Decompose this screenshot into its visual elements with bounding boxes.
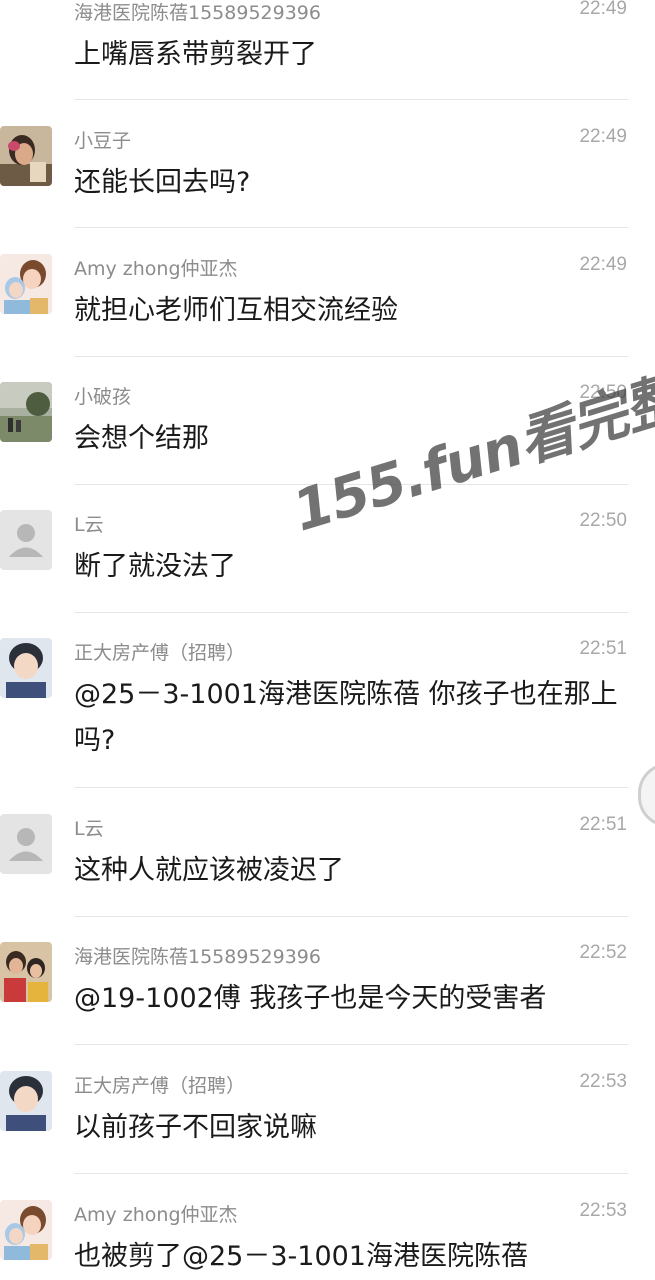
sender-name[interactable]: 海港医院陈蓓15589529396 [74, 942, 321, 969]
sender-name[interactable]: 小破孩 [74, 382, 131, 409]
message-text: 这种人就应该被凌迟了 [74, 855, 344, 886]
message-time: 22:53 [579, 1200, 627, 1221]
avatar[interactable] [0, 638, 52, 698]
message-divider [74, 1173, 628, 1174]
message-text: @25－3-1001海港医院陈蓓 你孩子也在那上吗? [74, 679, 618, 756]
message-time: 22:50 [579, 510, 627, 531]
avatar[interactable] [0, 382, 52, 442]
message-text: 也被剪了@25－3-1001海港医院陈蓓 [74, 1241, 528, 1272]
avatar[interactable] [0, 1071, 52, 1131]
message-text: @19-1002傅 我孩子也是今天的受害者 [74, 983, 547, 1014]
message-divider [74, 612, 628, 613]
avatar[interactable] [0, 942, 52, 1002]
message-time: 22:53 [579, 1071, 627, 1092]
message-time: 22:49 [579, 126, 627, 147]
sender-name[interactable]: Amy zhong仲亚杰 [74, 1200, 238, 1227]
sender-name[interactable]: L云 [74, 510, 104, 537]
side-drawer-handle[interactable] [638, 763, 655, 827]
sender-name[interactable]: 正大房产傅（招聘） [74, 638, 245, 665]
message-text: 断了就没法了 [74, 551, 236, 582]
default-person-icon[interactable] [0, 510, 52, 570]
message-time: 22:51 [579, 814, 627, 835]
message-text: 以前孩子不回家说嘛 [74, 1112, 317, 1143]
message-text: 上嘴唇系带剪裂开了 [74, 39, 317, 70]
sender-name[interactable]: Amy zhong仲亚杰 [74, 254, 238, 281]
message-divider [74, 99, 628, 100]
message-divider [74, 356, 628, 357]
avatar[interactable] [0, 254, 52, 314]
message-text: 还能长回去吗? [74, 167, 251, 198]
message-divider [74, 916, 628, 917]
message-time: 22:49 [579, 0, 627, 19]
sender-name[interactable]: 小豆子 [74, 126, 131, 153]
message-time: 22:52 [579, 942, 627, 963]
message-text: 就担心老师们互相交流经验 [74, 295, 398, 326]
message-divider [74, 227, 628, 228]
message-divider [74, 1044, 628, 1045]
sender-name[interactable]: 正大房产傅（招聘） [74, 1071, 245, 1098]
avatar[interactable] [0, 126, 52, 186]
default-person-icon[interactable] [0, 814, 52, 874]
message-time: 22:49 [579, 254, 627, 275]
message-time: 22:51 [579, 638, 627, 659]
sender-name[interactable]: L云 [74, 814, 104, 841]
message-divider [74, 787, 628, 788]
avatar[interactable] [0, 1200, 52, 1260]
sender-name[interactable]: 海港医院陈蓓15589529396 [74, 0, 321, 25]
